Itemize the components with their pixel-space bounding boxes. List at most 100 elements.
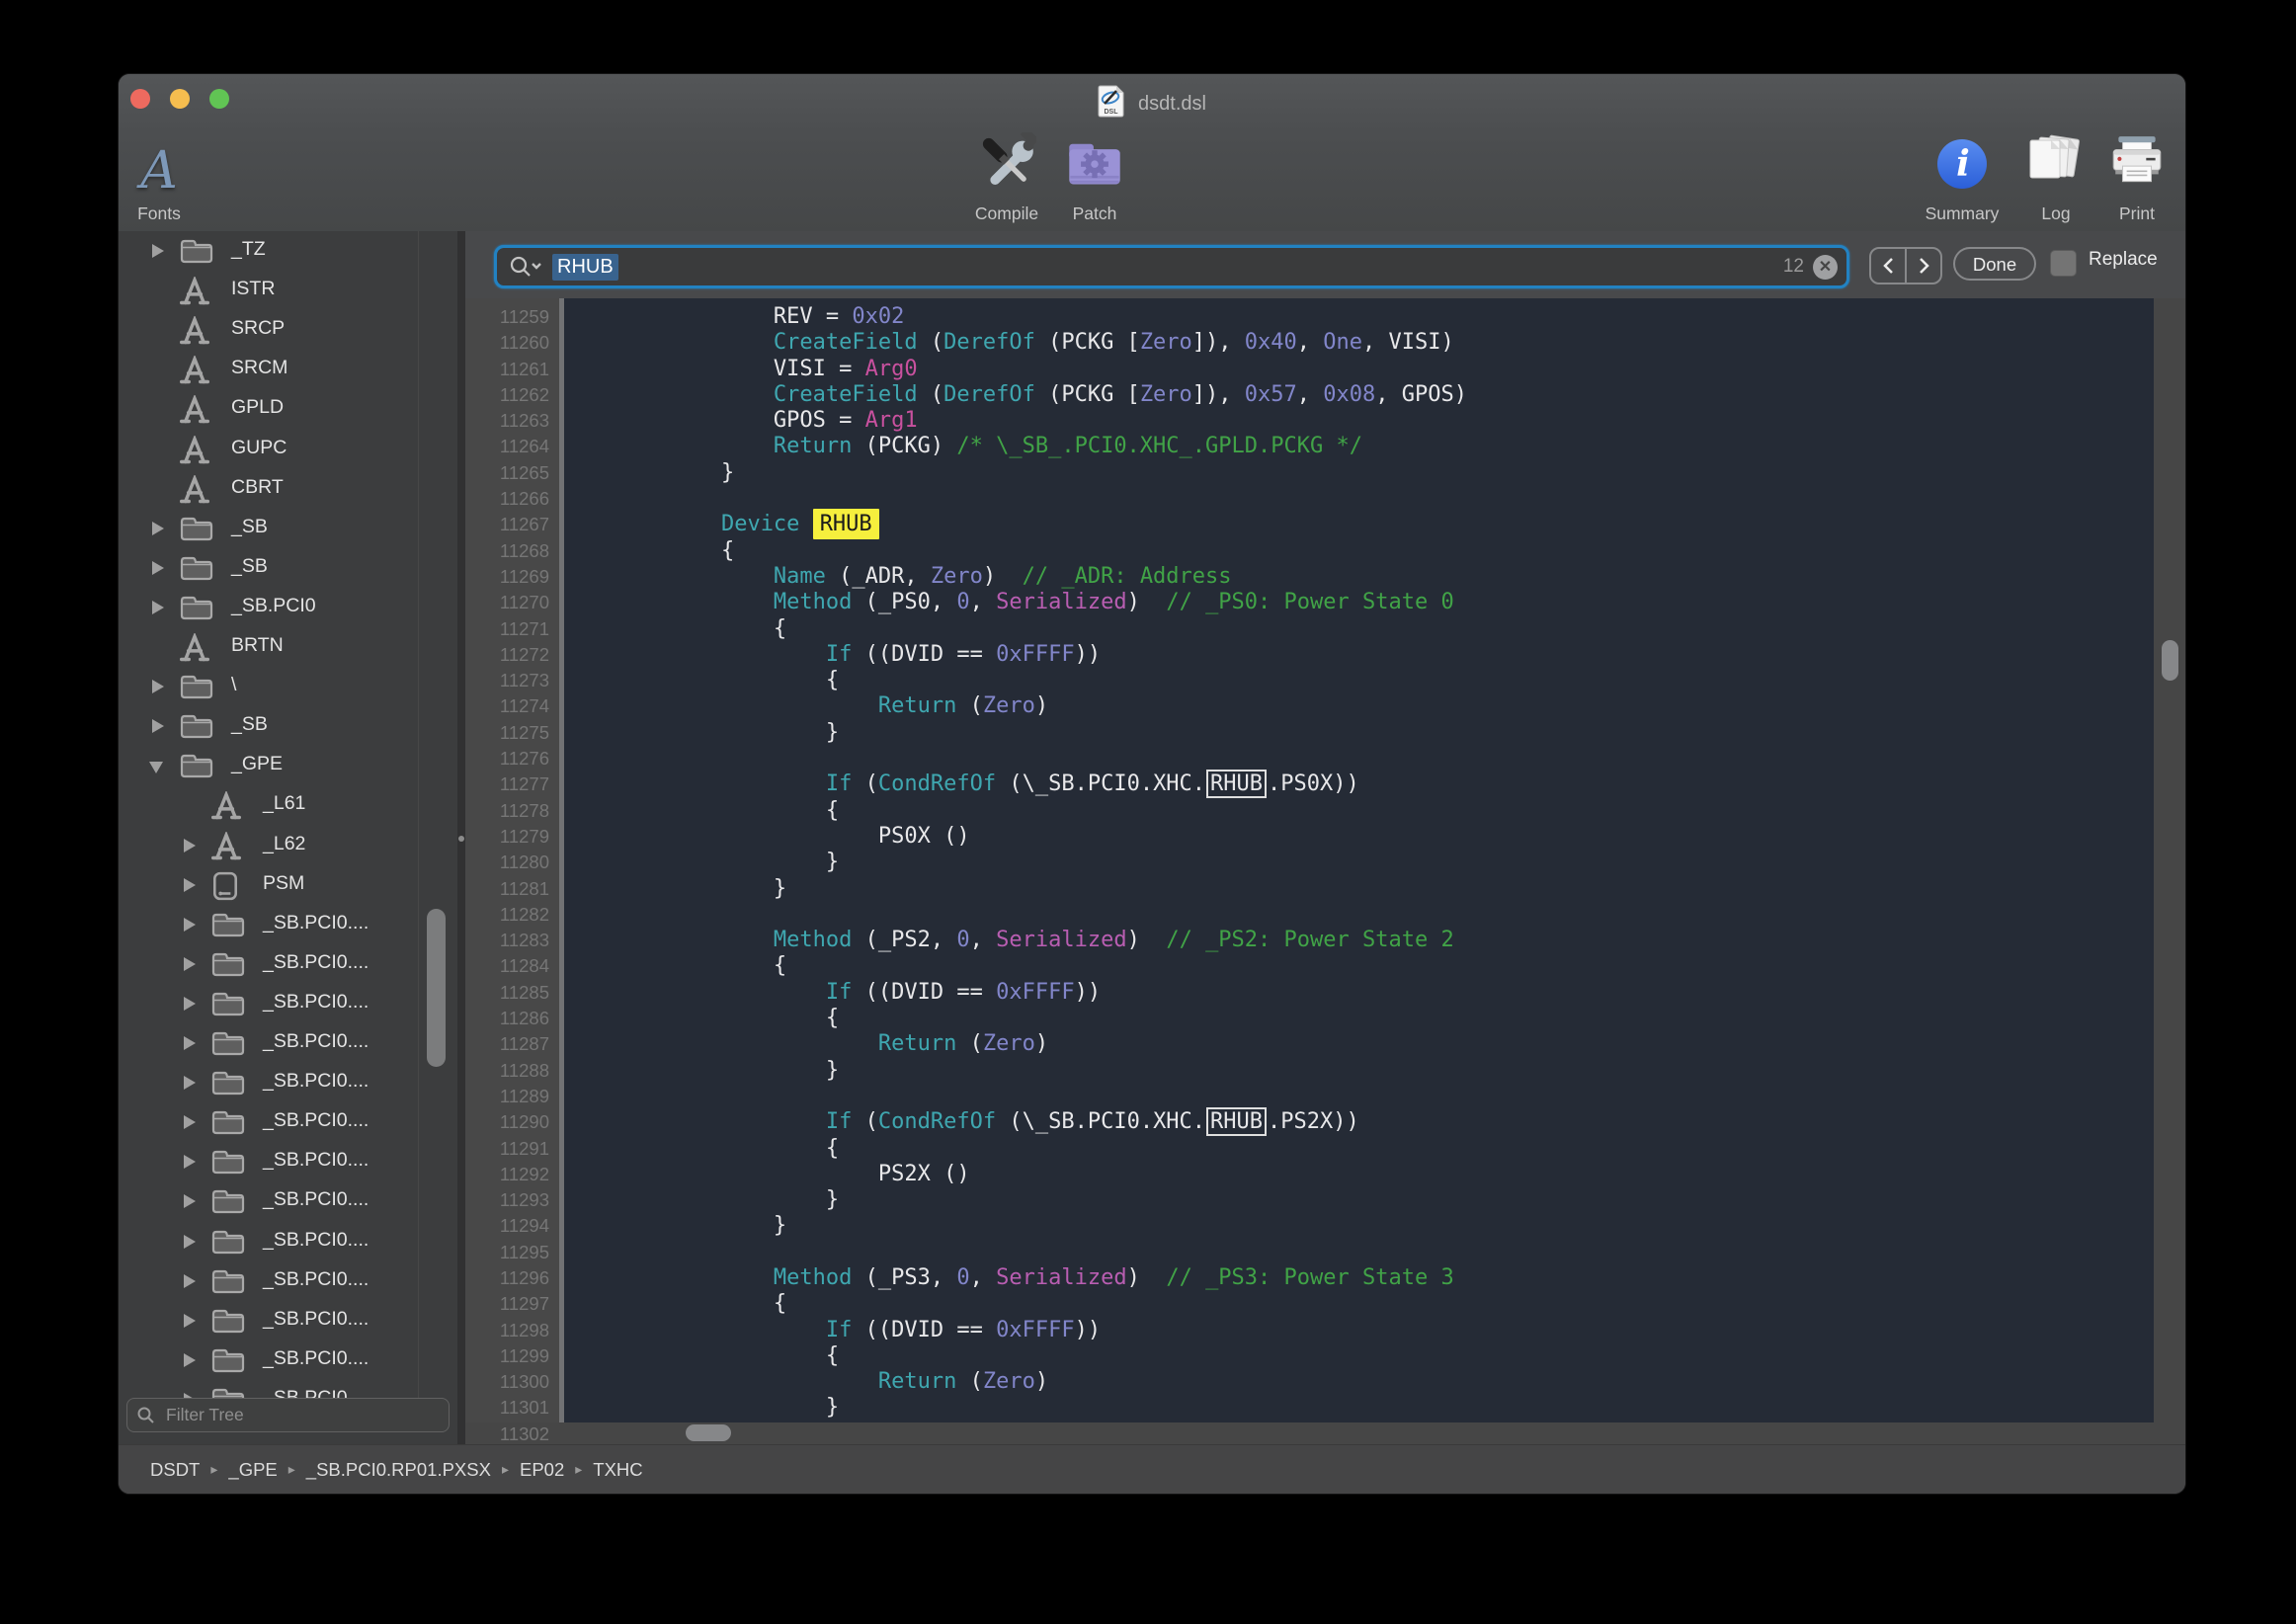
tree-item[interactable]: _SB (119, 548, 457, 588)
code-line[interactable] (564, 902, 2154, 928)
disclosure-right-icon[interactable] (184, 1353, 196, 1367)
tree-item[interactable]: GPLD (119, 389, 457, 429)
code-line[interactable]: VISI = Arg0 (564, 357, 2154, 382)
tree-item[interactable]: BRTN (119, 627, 457, 667)
fonts-button[interactable]: A Fonts (119, 133, 228, 230)
code-line[interactable]: { (564, 1006, 2154, 1031)
disclosure-right-icon[interactable] (184, 997, 196, 1011)
print-button[interactable]: Print (2068, 133, 2185, 230)
breadcrumb-segment[interactable]: _SB.PCI0.RP01.PXSX (306, 1459, 491, 1481)
code-line[interactable]: REV = 0x02 (564, 304, 2154, 330)
tree-item[interactable]: PSM (119, 865, 457, 905)
tree-item[interactable]: _SB.PCI0.... (119, 1261, 457, 1301)
tree-item[interactable]: _SB.PCI0 (119, 588, 457, 627)
tree-item[interactable]: SRCP (119, 310, 457, 350)
code-line[interactable] (564, 746, 2154, 771)
disclosure-right-icon[interactable] (152, 244, 164, 258)
disclosure-right-icon[interactable] (152, 561, 164, 575)
vertical-scrollbar-thumb[interactable] (2162, 640, 2178, 681)
disclosure-right-icon[interactable] (184, 1076, 196, 1090)
find-previous-button[interactable] (1871, 249, 1907, 283)
patch-button[interactable]: Patch (1025, 133, 1164, 230)
code-line[interactable]: CreateField (DerefOf (PCKG [Zero]), 0x57… (564, 382, 2154, 408)
code-line[interactable]: PS2X () (564, 1162, 2154, 1187)
split-divider-dimple[interactable] (458, 836, 464, 842)
code-line[interactable]: Return (Zero) (564, 1031, 2154, 1057)
code-line[interactable] (564, 1240, 2154, 1265)
disclosure-right-icon[interactable] (184, 1274, 196, 1288)
code-line[interactable]: { (564, 668, 2154, 693)
tree-item[interactable]: \ (119, 667, 457, 706)
tree-item[interactable]: _SB.PCI0.... (119, 1023, 457, 1063)
code-line[interactable]: } (564, 1187, 2154, 1213)
tree-item[interactable]: _SB.PCI0.... (119, 1222, 457, 1261)
tree-item[interactable]: _SB.PCI0.... (119, 905, 457, 944)
code-line[interactable]: If (CondRefOf (\_SB.PCI0.XHC.RHUB.PS0X)) (564, 771, 2154, 797)
code-line[interactable]: GPOS = Arg1 (564, 408, 2154, 434)
disclosure-right-icon[interactable] (184, 1036, 196, 1050)
tree-item[interactable]: _SB.PCI0.... (119, 1301, 457, 1340)
tree-item[interactable]: _SB.PCI0.... (119, 1380, 457, 1398)
code-line[interactable]: CreateField (DerefOf (PCKG [Zero]), 0x40… (564, 330, 2154, 356)
code-line[interactable]: } (564, 876, 2154, 902)
disclosure-right-icon[interactable] (184, 878, 196, 892)
tree-item[interactable]: _SB.PCI0.... (119, 1181, 457, 1221)
tree-item[interactable]: CBRT (119, 469, 457, 509)
filter-tree-field[interactable] (126, 1398, 450, 1432)
code-line[interactable]: If ((DVID == 0xFFFF)) (564, 980, 2154, 1006)
code-line[interactable]: } (564, 720, 2154, 746)
code-line[interactable]: } (564, 1213, 2154, 1239)
disclosure-right-icon[interactable] (184, 1155, 196, 1169)
code-line[interactable]: Return (Zero) (564, 693, 2154, 719)
disclosure-right-icon[interactable] (184, 1314, 196, 1328)
code-line[interactable]: { (564, 1291, 2154, 1317)
breadcrumb-segment[interactable]: EP02 (520, 1459, 564, 1481)
horizontal-scrollbar-thumb[interactable] (686, 1424, 731, 1441)
code-line[interactable]: Device RHUB (564, 512, 2154, 537)
tree-item[interactable]: ISTR (119, 271, 457, 310)
find-next-button[interactable] (1907, 249, 1940, 283)
done-button[interactable]: Done (1953, 247, 2036, 281)
replace-checkbox[interactable] (2050, 250, 2077, 277)
tree-item[interactable]: _SB.PCI0.... (119, 1063, 457, 1102)
code-line[interactable]: PS0X () (564, 824, 2154, 850)
code-line[interactable] (564, 486, 2154, 512)
find-field[interactable]: RHUB 12 ✕ (494, 245, 1849, 288)
tree-item[interactable]: SRCM (119, 350, 457, 389)
search-icon[interactable] (509, 255, 542, 279)
code-line[interactable]: Method (_PS0, 0, Serialized) // _PS0: Po… (564, 590, 2154, 615)
code-line[interactable]: { (564, 953, 2154, 979)
breadcrumb-segment[interactable]: DSDT (150, 1459, 200, 1481)
code-line[interactable]: { (564, 1343, 2154, 1369)
code-line[interactable] (564, 1084, 2154, 1109)
tree-item[interactable]: _SB.PCI0.... (119, 1340, 457, 1380)
code-line[interactable]: Method (_PS2, 0, Serialized) // _PS2: Po… (564, 928, 2154, 953)
disclosure-right-icon[interactable] (184, 957, 196, 971)
tree-item[interactable]: _L61 (119, 785, 457, 825)
code-line[interactable]: If (CondRefOf (\_SB.PCI0.XHC.RHUB.PS2X)) (564, 1109, 2154, 1135)
sidebar-scrollbar-thumb[interactable] (427, 909, 446, 1067)
disclosure-right-icon[interactable] (184, 839, 196, 853)
code-line[interactable]: } (564, 460, 2154, 486)
code-line[interactable]: { (564, 798, 2154, 824)
tree-item[interactable]: _SB (119, 706, 457, 746)
code-line[interactable]: Return (PCKG) /* \_SB_.PCI0.XHC_.GPLD.PC… (564, 434, 2154, 459)
tree-item[interactable]: _SB.PCI0.... (119, 1142, 457, 1181)
clear-search-icon[interactable]: ✕ (1813, 255, 1838, 280)
disclosure-down-icon[interactable] (149, 762, 163, 773)
tree-item[interactable]: _SB.PCI0.... (119, 1102, 457, 1142)
tree-item[interactable]: _TZ (119, 231, 457, 271)
breadcrumb-segment[interactable]: TXHC (593, 1459, 642, 1481)
code-line[interactable]: Name (_ADR, Zero) // _ADR: Address (564, 564, 2154, 590)
code-line[interactable]: { (564, 538, 2154, 564)
tree-item[interactable]: GUPC (119, 430, 457, 469)
disclosure-right-icon[interactable] (152, 719, 164, 733)
disclosure-right-icon[interactable] (184, 918, 196, 932)
code-line[interactable]: If ((DVID == 0xFFFF)) (564, 642, 2154, 668)
code-line[interactable]: If ((DVID == 0xFFFF)) (564, 1318, 2154, 1343)
tree-item[interactable]: _L62 (119, 826, 457, 865)
code-text-area[interactable]: REV = 0x02 CreateField (DerefOf (PCKG [Z… (564, 304, 2154, 1421)
breadcrumb-segment[interactable]: _GPE (228, 1459, 277, 1481)
code-line[interactable]: Method (_PS3, 0, Serialized) // _PS3: Po… (564, 1265, 2154, 1291)
code-line[interactable]: Return (Zero) (564, 1369, 2154, 1395)
